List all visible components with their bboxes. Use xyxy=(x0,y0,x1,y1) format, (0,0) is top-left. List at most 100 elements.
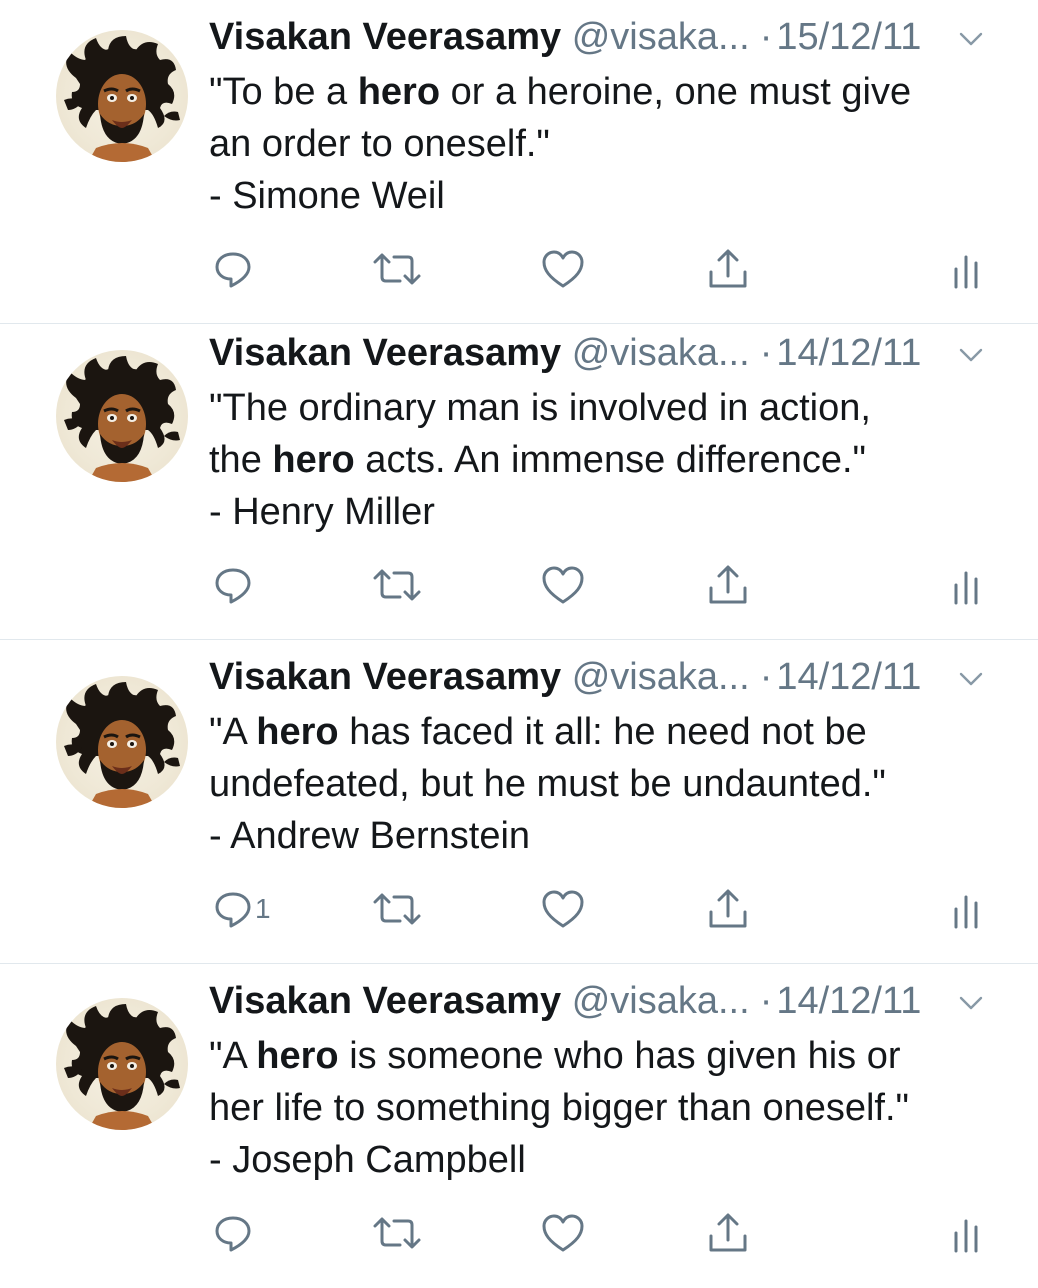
tweet-text: "A hero is someone who has given his or h… xyxy=(209,1030,1009,1186)
tweet-header: Visakan Veerasamy @visaka... · 14/12/11 xyxy=(209,978,921,1024)
tweet-text-segment: "A xyxy=(209,1035,257,1077)
heart-icon xyxy=(542,890,584,928)
like-button[interactable] xyxy=(541,884,585,934)
reply-button[interactable] xyxy=(213,560,255,610)
tweet-actions xyxy=(0,560,1038,610)
tweet-text: "To be a hero or a heroine, one must giv… xyxy=(209,66,1009,222)
tweet-date[interactable]: 15/12/11 xyxy=(776,16,921,58)
chevron-down-icon[interactable] xyxy=(958,666,984,692)
avatar[interactable] xyxy=(56,998,188,1130)
author-handle[interactable]: @visaka... xyxy=(572,656,750,698)
share-icon xyxy=(709,1213,747,1252)
tweet-date[interactable]: 14/12/11 xyxy=(776,656,921,698)
share-icon xyxy=(709,565,747,604)
heart-icon xyxy=(542,250,584,288)
tweet-text-segment: - Andrew Bernstein xyxy=(209,815,531,857)
analytics-icon xyxy=(954,895,978,929)
like-button[interactable] xyxy=(541,1208,585,1258)
tweet-actions: 1 xyxy=(0,884,1038,934)
retweet-button[interactable] xyxy=(372,884,422,934)
separator-dot: · xyxy=(759,656,773,698)
share-button[interactable] xyxy=(707,1208,749,1258)
separator-dot: · xyxy=(759,332,773,374)
reply-icon xyxy=(215,892,251,928)
like-button[interactable] xyxy=(541,560,585,610)
reply-button[interactable] xyxy=(213,244,255,294)
share-button[interactable] xyxy=(707,884,749,934)
retweet-icon xyxy=(373,1217,421,1249)
analytics-icon xyxy=(954,571,978,605)
share-button[interactable] xyxy=(707,244,749,294)
tweet-text-segment: - Henry Miller xyxy=(209,491,435,533)
like-button[interactable] xyxy=(541,244,585,294)
author-handle[interactable]: @visaka... xyxy=(572,16,750,58)
tweet-text-segment: the xyxy=(209,439,273,481)
tweet[interactable]: Visakan Veerasamy @visaka... · 14/12/11 "A… xyxy=(0,964,1038,1288)
highlighted-term: hero xyxy=(272,439,355,481)
tweet-text-segment: undefeated, but he must be undaunted." xyxy=(209,763,886,805)
heart-icon xyxy=(542,1214,584,1252)
author-name[interactable]: Visakan Veerasamy xyxy=(209,980,561,1022)
tweet-text-segment: has faced it all: he need not be xyxy=(338,711,867,753)
chevron-down-icon[interactable] xyxy=(958,342,984,368)
tweet-header: Visakan Veerasamy @visaka... · 14/12/11 xyxy=(209,330,921,376)
author-name[interactable]: Visakan Veerasamy xyxy=(209,16,561,58)
tweet-text: "A hero has faced it all: he need not be… xyxy=(209,706,1009,862)
retweet-button[interactable] xyxy=(372,244,422,294)
tweet-text-segment: is someone who has given his or xyxy=(338,1035,901,1077)
reply-count: 1 xyxy=(255,893,271,924)
avatar-image xyxy=(64,36,180,162)
tweet-text-segment: acts. An immense difference." xyxy=(354,439,867,481)
avatar[interactable] xyxy=(56,350,188,482)
chevron-down-icon[interactable] xyxy=(958,26,984,52)
reply-icon xyxy=(215,252,251,288)
tweet-header: Visakan Veerasamy @visaka... · 14/12/11 xyxy=(209,654,921,700)
analytics-button[interactable] xyxy=(952,884,982,934)
highlighted-term: hero xyxy=(256,711,339,753)
retweet-button[interactable] xyxy=(372,1208,422,1258)
tweet-text: "The ordinary man is involved in action,… xyxy=(209,382,1009,538)
author-name[interactable]: Visakan Veerasamy xyxy=(209,656,561,698)
analytics-icon xyxy=(954,255,978,289)
tweet-date[interactable]: 14/12/11 xyxy=(776,332,921,374)
separator-dot: · xyxy=(759,16,773,58)
tweet[interactable]: Visakan Veerasamy @visaka... · 14/12/11 "T… xyxy=(0,316,1038,640)
chevron-down-icon[interactable] xyxy=(958,990,984,1016)
avatar[interactable] xyxy=(56,676,188,808)
avatar-image xyxy=(64,356,180,482)
analytics-button[interactable] xyxy=(952,244,982,294)
author-name[interactable]: Visakan Veerasamy xyxy=(209,332,561,374)
tweet-header: Visakan Veerasamy @visaka... · 15/12/11 xyxy=(209,14,921,60)
share-icon xyxy=(709,249,747,288)
avatar-image xyxy=(64,1004,180,1130)
author-handle[interactable]: @visaka... xyxy=(572,980,750,1022)
avatar[interactable] xyxy=(56,30,188,162)
highlighted-term: hero xyxy=(357,71,441,113)
tweet-text-segment: - Joseph Campbell xyxy=(209,1139,526,1181)
reply-button[interactable]: 1 xyxy=(213,884,271,934)
share-icon xyxy=(709,889,747,928)
tweet-text-segment: "The ordinary man is involved in action, xyxy=(209,387,871,429)
reply-button[interactable] xyxy=(213,1208,255,1258)
separator-dot: · xyxy=(759,980,773,1022)
tweet-date[interactable]: 14/12/11 xyxy=(776,980,921,1022)
tweet[interactable]: Visakan Veerasamy @visaka... · 14/12/11 "A… xyxy=(0,640,1038,964)
tweet-actions xyxy=(0,1208,1038,1258)
tweet[interactable]: Visakan Veerasamy @visaka... · 15/12/11 "T… xyxy=(0,0,1038,324)
highlighted-term: hero xyxy=(256,1035,339,1077)
tweet-text-segment: "To be a xyxy=(209,71,358,113)
analytics-button[interactable] xyxy=(952,560,982,610)
heart-icon xyxy=(542,566,584,604)
retweet-icon xyxy=(373,253,421,285)
tweet-text-segment: or a heroine, one must give xyxy=(440,71,912,113)
author-handle[interactable]: @visaka... xyxy=(572,332,750,374)
share-button[interactable] xyxy=(707,560,749,610)
analytics-button[interactable] xyxy=(952,1208,982,1258)
reply-icon xyxy=(215,1216,251,1252)
retweet-icon xyxy=(373,569,421,601)
retweet-icon xyxy=(373,893,421,925)
avatar-image xyxy=(64,682,180,808)
retweet-button[interactable] xyxy=(372,560,422,610)
reply-icon xyxy=(215,568,251,604)
tweet-actions xyxy=(0,244,1038,294)
